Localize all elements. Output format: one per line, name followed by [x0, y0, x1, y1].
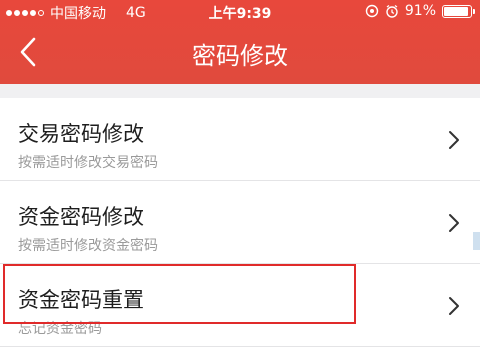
list-item-title: 资金密码修改	[18, 205, 144, 229]
list-item-subtitle: 按需适时修改交易密码	[18, 155, 158, 171]
edge-marker	[473, 232, 480, 250]
list-item-subtitle: 忘记资金密码	[18, 321, 102, 337]
chevron-right-icon	[449, 214, 459, 232]
list-item-fund-password[interactable]: 资金密码修改 按需适时修改资金密码	[0, 181, 480, 264]
status-bar: 中国移动 4G 上午9:39 91%	[0, 0, 480, 26]
list-item-title: 资金密码重置	[18, 288, 144, 312]
alarm-icon	[386, 4, 398, 18]
status-right: 91%	[365, 3, 475, 19]
chevron-right-icon	[449, 297, 459, 315]
battery-percent: 91%	[404, 3, 436, 19]
chevron-right-icon	[449, 131, 459, 149]
list-top-spacer	[0, 84, 480, 98]
list-item-subtitle: 按需适时修改资金密码	[18, 238, 158, 254]
battery-icon	[442, 4, 475, 18]
app-header: 中国移动 4G 上午9:39 91% 密码修改	[0, 0, 480, 84]
location-icon	[365, 4, 379, 18]
list-item-title: 交易密码修改	[18, 122, 144, 146]
page-title: 密码修改	[192, 42, 288, 70]
list-item-reset-fund-password[interactable]: 资金密码重置 忘记资金密码	[0, 264, 480, 347]
settings-list: 交易密码修改 按需适时修改交易密码 资金密码修改 按需适时修改资金密码 资金密码…	[0, 84, 480, 347]
list-item-trade-password[interactable]: 交易密码修改 按需适时修改交易密码	[0, 98, 480, 181]
